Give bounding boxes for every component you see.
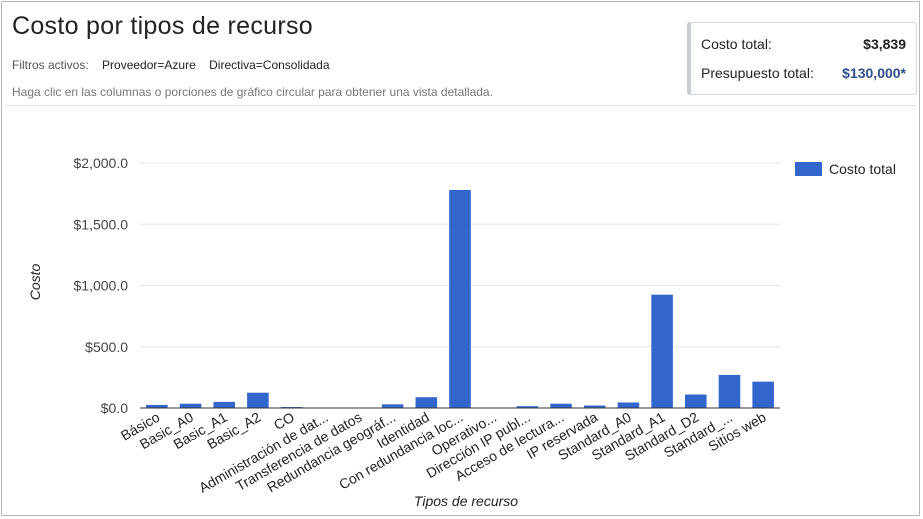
bar[interactable]: [550, 403, 572, 408]
bar[interactable]: [247, 392, 269, 408]
bar[interactable]: [415, 397, 438, 408]
bar[interactable]: [381, 404, 404, 408]
bar[interactable]: [213, 401, 235, 408]
legend-label[interactable]: Costo total: [829, 161, 896, 177]
bar[interactable]: [179, 403, 202, 408]
y-axis-title: Costo: [27, 264, 43, 301]
y-tick-label: $1,000.0: [74, 278, 129, 294]
y-tick-label: $500.0: [85, 339, 128, 355]
legend-swatch[interactable]: [795, 162, 822, 176]
y-tick-label: $2,000.0: [74, 155, 129, 171]
bar[interactable]: [752, 381, 774, 408]
bar[interactable]: [718, 374, 741, 408]
bar[interactable]: [685, 394, 707, 408]
bar[interactable]: [617, 402, 640, 408]
x-axis-title: Tipos de recurso: [414, 493, 518, 509]
bar[interactable]: [449, 189, 471, 408]
cost-bar-chart: $0.0$500.0$1,000.0$1,500.0$2,000.0Básico…: [27, 155, 896, 509]
bar[interactable]: [651, 294, 673, 408]
y-tick-label: $0.0: [101, 400, 128, 416]
y-tick-label: $1,500.0: [74, 216, 129, 232]
